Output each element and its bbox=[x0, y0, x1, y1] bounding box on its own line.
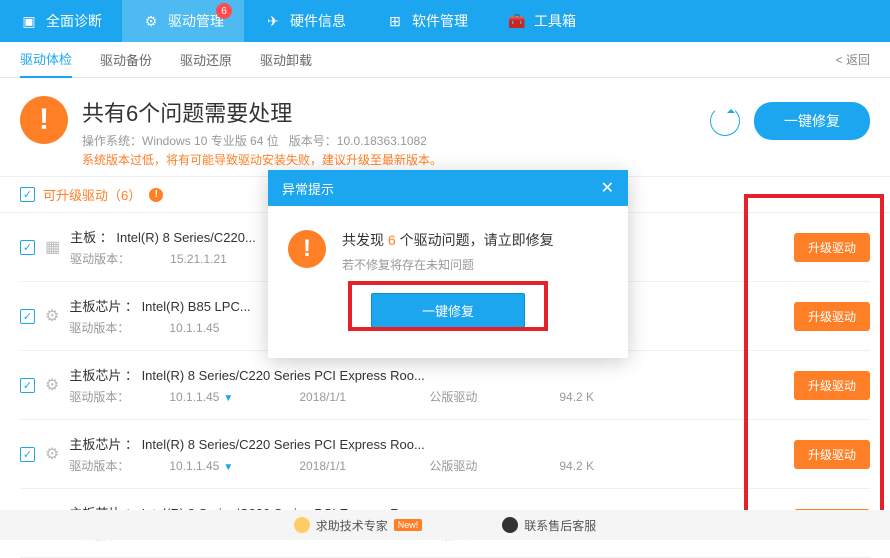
nav-diagnosis[interactable]: ▣全面诊断 bbox=[0, 0, 122, 42]
row-checkbox[interactable]: ✓ bbox=[20, 309, 35, 324]
nav-hardware[interactable]: ✈硬件信息 bbox=[244, 0, 366, 42]
tab-driver-check[interactable]: 驱动体检 bbox=[20, 42, 72, 78]
upgrade-button[interactable]: 升级驱动 bbox=[794, 302, 870, 331]
chip-icon: ⚙ bbox=[45, 306, 59, 326]
driver-meta: 驱动版本：10.1.1.45▼2018/1/1公版驱动94.2 K bbox=[69, 457, 784, 474]
nav-toolbox[interactable]: 🧰工具箱 bbox=[488, 0, 596, 42]
modal-message: 共发现 6 个驱动问题，请立即修复 bbox=[342, 230, 554, 250]
toolbox-icon: 🧰 bbox=[508, 12, 526, 30]
footer-help[interactable]: 求助技术专家New! bbox=[294, 517, 423, 534]
section-title: 可升级驱动（6） bbox=[43, 185, 141, 204]
tab-driver-uninstall[interactable]: 驱动卸载 bbox=[260, 42, 312, 78]
sub-nav: 驱动体检 驱动备份 驱动还原 驱动卸载 < 返回 bbox=[0, 42, 890, 78]
row-checkbox[interactable]: ✓ bbox=[20, 240, 35, 255]
chip-icon: ⚙ bbox=[45, 444, 59, 464]
footer-customer-service[interactable]: 联系售后客服 bbox=[502, 517, 596, 534]
alert-badge-icon: ! bbox=[149, 188, 163, 202]
alert-modal: 异常提示 ✕ ! 共发现 6 个驱动问题，请立即修复 若不修复将存在未知问题 一… bbox=[268, 170, 628, 358]
page-header: ! 共有6个问题需要处理 操作系统：Windows 10 专业版 64 位 版本… bbox=[0, 78, 890, 176]
tab-driver-backup[interactable]: 驱动备份 bbox=[100, 42, 152, 78]
modal-title-text: 异常提示 bbox=[282, 179, 334, 198]
table-row: ✓ ⚙ 主板芯片 ： Intel(R) 8 Series/C220 Series P… bbox=[20, 351, 870, 420]
driver-meta: 驱动版本：10.1.1.45▼2018/1/1公版驱动94.2 K bbox=[69, 388, 784, 405]
fix-all-button[interactable]: 一键修复 bbox=[754, 102, 870, 140]
os-info: 操作系统：Windows 10 专业版 64 位 版本号：10.0.18363.… bbox=[82, 132, 442, 149]
driver-name: 主板芯片 ： Intel(R) 8 Series/C220 Series PCI… bbox=[69, 365, 784, 384]
close-icon[interactable]: ✕ bbox=[601, 178, 614, 198]
row-checkbox[interactable]: ✓ bbox=[20, 447, 35, 462]
nav-driver-manage[interactable]: ⚙驱动管理6 bbox=[122, 0, 244, 42]
driver-name: 主板芯片 ： Intel(R) 8 Series/C220 Series PCI… bbox=[69, 434, 784, 453]
headset-icon bbox=[502, 517, 518, 533]
avatar-icon bbox=[294, 517, 310, 533]
table-row: ✓ ⚙ 主板芯片 ： Intel(R) 8 Series/C220 Series P… bbox=[20, 420, 870, 489]
gear-icon: ⚙ bbox=[142, 12, 160, 30]
modal-titlebar: 异常提示 ✕ bbox=[268, 170, 628, 206]
new-badge: New! bbox=[394, 519, 423, 531]
modal-fix-button[interactable]: 一键修复 bbox=[371, 293, 525, 328]
row-checkbox[interactable]: ✓ bbox=[20, 378, 35, 393]
upgrade-button[interactable]: 升级驱动 bbox=[794, 371, 870, 400]
badge-count: 6 bbox=[216, 3, 232, 19]
modal-alert-icon: ! bbox=[288, 230, 326, 268]
upgrade-button[interactable]: 升级驱动 bbox=[794, 233, 870, 262]
nav-software[interactable]: ⊞软件管理 bbox=[366, 0, 488, 42]
rocket-icon: ✈ bbox=[264, 12, 282, 30]
modal-sub-message: 若不修复将存在未知问题 bbox=[342, 256, 554, 273]
tab-driver-restore[interactable]: 驱动还原 bbox=[180, 42, 232, 78]
chip-icon: ⚙ bbox=[45, 375, 59, 395]
top-nav: ▣全面诊断 ⚙驱动管理6 ✈硬件信息 ⊞软件管理 🧰工具箱 bbox=[0, 0, 890, 42]
board-icon: ▦ bbox=[45, 237, 60, 257]
os-warning: 系统版本过低，将有可能导致驱动安装失败，建议升级至最新版本。 bbox=[82, 151, 442, 168]
select-all-checkbox[interactable]: ✓ bbox=[20, 187, 35, 202]
upgrade-button[interactable]: 升级驱动 bbox=[794, 440, 870, 469]
grid-icon: ⊞ bbox=[386, 12, 404, 30]
footer: 求助技术专家New! 联系售后客服 bbox=[0, 510, 890, 540]
alert-icon: ! bbox=[20, 96, 68, 144]
back-link[interactable]: < 返回 bbox=[836, 51, 870, 68]
refresh-icon[interactable] bbox=[710, 106, 740, 136]
monitor-icon: ▣ bbox=[20, 12, 38, 30]
page-title: 共有6个问题需要处理 bbox=[82, 96, 442, 128]
